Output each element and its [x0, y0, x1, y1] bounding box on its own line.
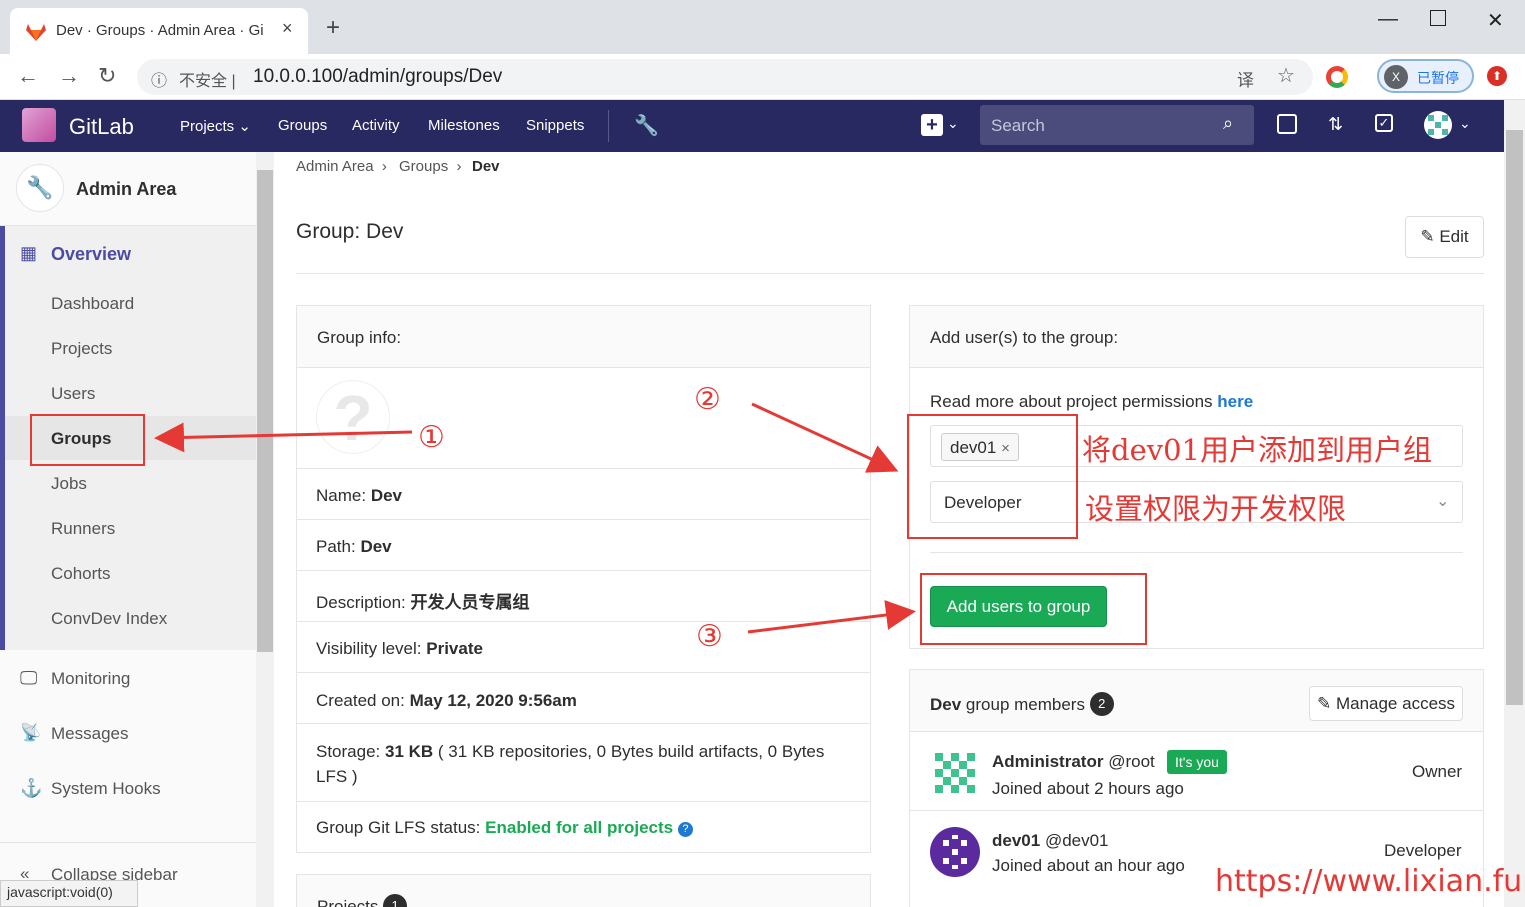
arrow-1: [154, 422, 413, 453]
arrow-3: [747, 600, 916, 634]
arrow-2: [751, 402, 899, 473]
status-bar: javascript:void(0): [0, 880, 138, 907]
watermark: https://www.lixian.fun: [1215, 864, 1525, 899]
annotation-arrows: [154, 402, 916, 634]
